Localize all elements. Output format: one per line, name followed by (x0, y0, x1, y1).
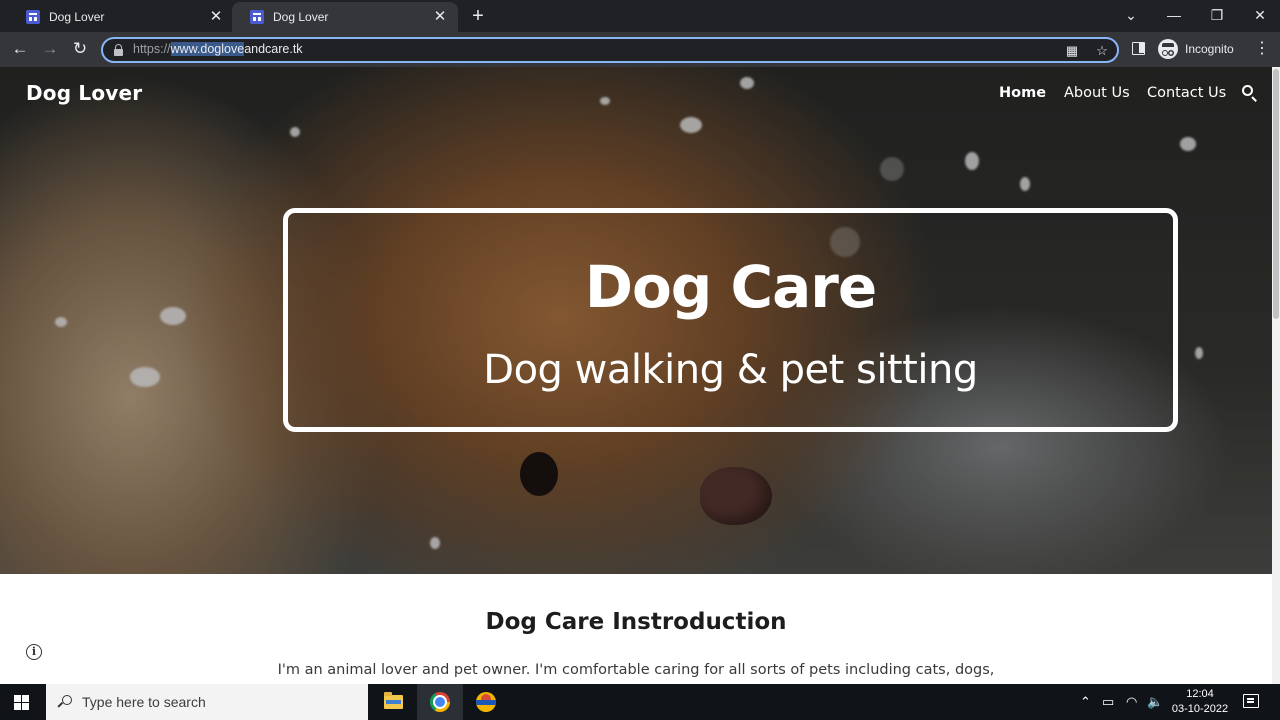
hero-title-box: Dog Care Dog walking & pet sitting (283, 208, 1178, 432)
scrollbar-thumb[interactable] (1273, 69, 1279, 319)
address-bar[interactable]: https://www.dogloveandcare.tk ▦ ☆ (101, 37, 1119, 63)
browser-menu-icon[interactable]: ⋮ (1254, 38, 1270, 60)
file-explorer-icon (384, 692, 403, 709)
page-viewport: Dog Lover Home About Us Contact Us Dog C… (0, 67, 1280, 684)
windows-taskbar: Type here to search ⌃ ▭ ◠ 🔈 12:04 03-10-… (0, 684, 1280, 720)
lock-icon[interactable] (114, 44, 123, 56)
nav-contact-us-link[interactable]: Contact Us (1147, 85, 1226, 101)
nav-home-link[interactable]: Home (999, 85, 1046, 101)
url-selected-text: www.doglove (170, 42, 245, 56)
windows-start-icon[interactable] (14, 695, 29, 710)
url-rest: andcare.tk (244, 42, 303, 56)
back-button[interactable]: ← (7, 36, 33, 62)
minimize-button[interactable]: — (1160, 3, 1188, 27)
hero-title: Dog Care (584, 253, 877, 321)
volume-icon[interactable]: 🔈 (1147, 694, 1163, 710)
site-favicon-icon (26, 10, 40, 24)
restore-button[interactable]: ❐ (1203, 3, 1231, 27)
tab-title: Dog Lover (273, 10, 329, 24)
clock-time: 12:04 (1186, 688, 1214, 700)
notifications-icon[interactable] (1243, 694, 1259, 708)
intro-heading: Dog Care Instroduction (485, 609, 787, 635)
clock-date: 03-10-2022 (1171, 703, 1229, 715)
app-icon (476, 692, 496, 712)
search-icon[interactable] (1242, 85, 1258, 102)
taskbar-search-box[interactable]: Type here to search (46, 684, 368, 720)
taskbar-clock[interactable]: 12:04 03-10-2022 (1170, 687, 1230, 717)
browser-tab-active[interactable]: Dog Lover ✕ (232, 2, 458, 32)
wifi-icon[interactable]: ◠ (1126, 694, 1137, 710)
bookmark-star-icon[interactable]: ☆ (1093, 42, 1111, 60)
search-icon (57, 695, 72, 709)
show-hidden-icons-chevron-icon[interactable]: ⌃ (1080, 694, 1091, 710)
browser-tab[interactable]: Dog Lover ✕ (8, 2, 234, 32)
taskbar-chrome[interactable] (417, 684, 463, 720)
new-tab-button[interactable]: + (466, 5, 490, 29)
info-icon[interactable]: i (26, 644, 42, 660)
tab-title: Dog Lover (49, 10, 105, 24)
qr-code-icon[interactable]: ▦ (1063, 42, 1081, 60)
reload-button[interactable]: ↻ (67, 36, 93, 62)
close-tab-icon[interactable]: ✕ (432, 9, 448, 25)
nav-about-us-link[interactable]: About Us (1064, 85, 1130, 101)
intro-paragraph: I'm an animal lover and pet owner. I'm c… (277, 662, 995, 678)
chrome-icon (430, 692, 450, 712)
page-scrollbar[interactable] (1272, 67, 1280, 684)
url-scheme: https:// (133, 42, 171, 56)
hero-section: Dog Lover Home About Us Contact Us Dog C… (0, 67, 1272, 574)
battery-icon[interactable]: ▭ (1102, 694, 1114, 710)
taskbar-search-placeholder: Type here to search (82, 694, 206, 710)
forward-button[interactable]: → (37, 36, 63, 62)
url-text[interactable]: https://www.dogloveandcare.tk (133, 42, 303, 56)
close-tab-icon[interactable]: ✕ (208, 9, 224, 25)
browser-tab-strip: Dog Lover ✕ Dog Lover ✕ + ⌄ — ❐ ✕ (0, 0, 1280, 32)
tab-search-chevron-icon[interactable]: ⌄ (1117, 3, 1145, 27)
taskbar-file-explorer[interactable] (370, 684, 416, 720)
incognito-label: Incognito (1185, 42, 1234, 56)
browser-toolbar: ← → ↻ https://www.dogloveandcare.tk ▦ ☆ … (0, 32, 1280, 67)
incognito-profile-button[interactable]: Incognito (1158, 38, 1234, 60)
site-favicon-icon (250, 10, 264, 24)
incognito-icon (1158, 39, 1178, 59)
close-window-button[interactable]: ✕ (1246, 3, 1274, 27)
taskbar-app[interactable] (463, 684, 509, 720)
site-logo[interactable]: Dog Lover (26, 81, 142, 105)
side-panel-icon[interactable] (1132, 42, 1145, 55)
hero-subtitle: Dog walking & pet sitting (483, 347, 978, 393)
